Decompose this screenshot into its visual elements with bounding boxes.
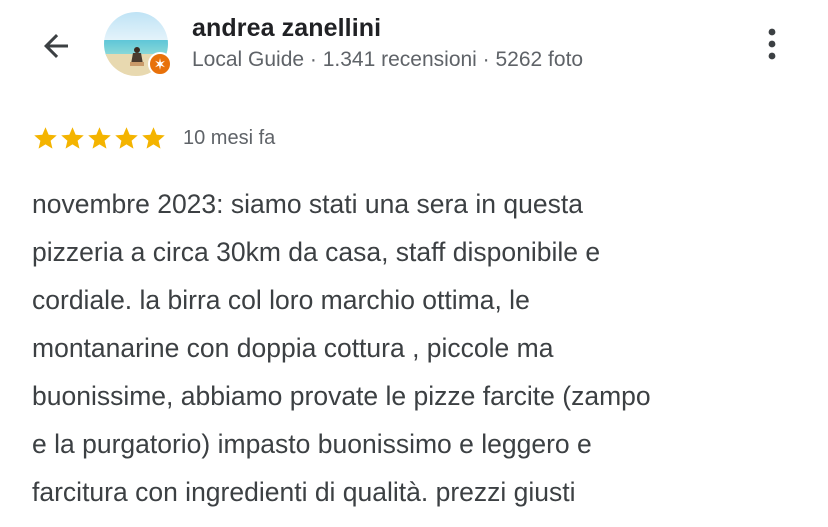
review-text: novembre 2023: siamo stati una sera in q… <box>32 180 812 516</box>
review-text-line: farcitura con ingredienti di qualità. pr… <box>32 477 576 507</box>
rating-row: 10 mesi fa <box>32 122 275 154</box>
reviewer-name[interactable]: andrea zanellini <box>192 14 381 43</box>
review-text-line: e la purgatorio) impasto buonissimo e le… <box>32 429 592 459</box>
review-text-line: montanarine con doppia cottura , piccole… <box>32 333 554 363</box>
star-rating <box>32 125 167 152</box>
back-button[interactable] <box>28 24 84 68</box>
arrow-back-icon <box>44 34 68 58</box>
star-icon <box>115 126 138 149</box>
more-vert-icon <box>768 28 776 60</box>
star-icon <box>34 126 57 149</box>
review-text-line: novembre 2023: siamo stati una sera in q… <box>32 189 583 219</box>
reviewer-meta: Local Guide · 1.341 recensioni · 5262 fo… <box>192 48 584 71</box>
reviewer-avatar-container[interactable] <box>104 12 172 76</box>
local-guide-star-icon <box>155 58 165 70</box>
review-text-line: pizzeria a circa 30km da casa, staff dis… <box>32 237 601 267</box>
review-text-line: cordiale. la birra col loro marchio otti… <box>32 285 530 315</box>
star-icon <box>61 126 84 149</box>
star-icon <box>88 126 111 149</box>
star-icon <box>142 126 165 149</box>
local-guide-badge <box>148 52 172 76</box>
more-options-button[interactable] <box>752 22 792 66</box>
review-date: 10 mesi fa <box>183 126 276 149</box>
review-text-line: buonissime, abbiamo provate le pizze far… <box>32 381 651 411</box>
